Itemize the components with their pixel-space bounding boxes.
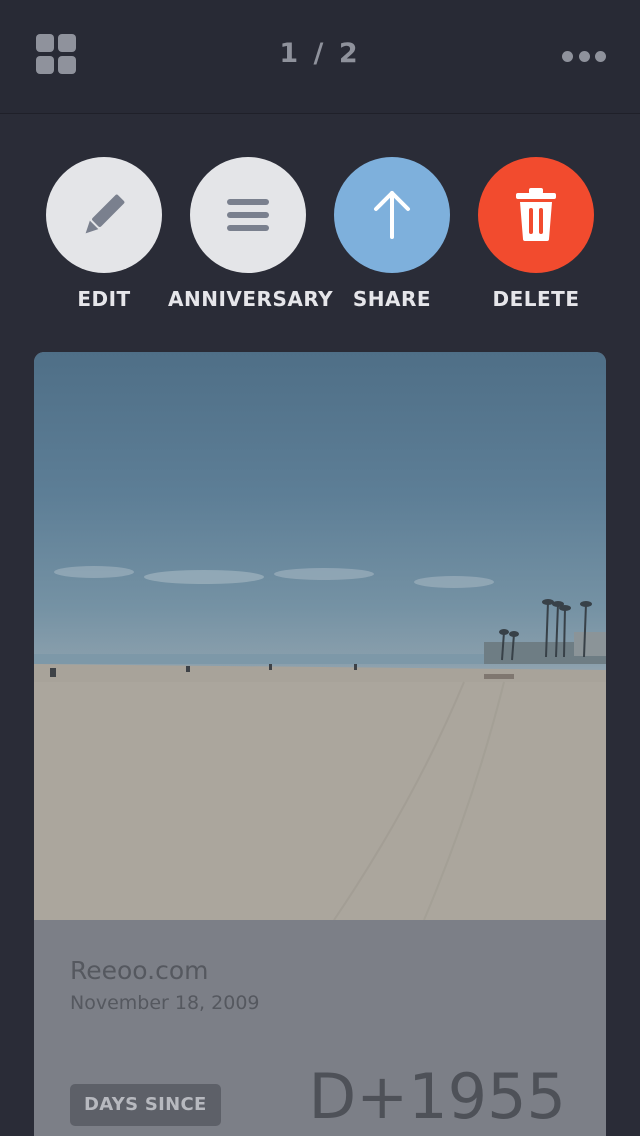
card-date: November 18, 2009 — [70, 992, 260, 1014]
top-bar: 1 / 2 — [0, 0, 640, 114]
edit-circle[interactable] — [46, 157, 162, 273]
share-label: SHARE — [352, 287, 432, 311]
action-row: EDIT ANNIVERSARY SHARE DELETE — [0, 157, 640, 317]
edit-label: EDIT — [77, 287, 131, 311]
share-circle[interactable] — [334, 157, 450, 273]
day-count: D+1955 — [308, 1060, 566, 1133]
anniversary-label: ANNIVERSARY — [168, 287, 334, 311]
days-since-badge: DAYS SINCE — [70, 1084, 221, 1126]
anniversary-circle[interactable] — [190, 157, 306, 273]
arrow-up-icon — [374, 191, 410, 239]
trash-icon — [516, 188, 556, 241]
more-icon[interactable] — [562, 48, 606, 64]
anniversary-button[interactable]: ANNIVERSARY — [168, 157, 334, 311]
delete-label: DELETE — [492, 287, 580, 311]
page-indicator: 1 / 2 — [279, 38, 361, 69]
anniversary-card[interactable]: Reeoo.com November 18, 2009 DAYS SINCE D… — [34, 352, 606, 1136]
edit-button[interactable]: EDIT — [24, 157, 184, 311]
delete-circle[interactable] — [478, 157, 594, 273]
card-title: Reeoo.com — [70, 956, 209, 985]
card-info: Reeoo.com November 18, 2009 DAYS SINCE D… — [34, 920, 606, 1136]
share-button[interactable]: SHARE — [312, 157, 472, 311]
delete-button[interactable]: DELETE — [456, 157, 616, 311]
beach-photo — [34, 352, 606, 920]
pencil-icon — [85, 194, 125, 234]
menu-lines-icon — [227, 199, 269, 231]
